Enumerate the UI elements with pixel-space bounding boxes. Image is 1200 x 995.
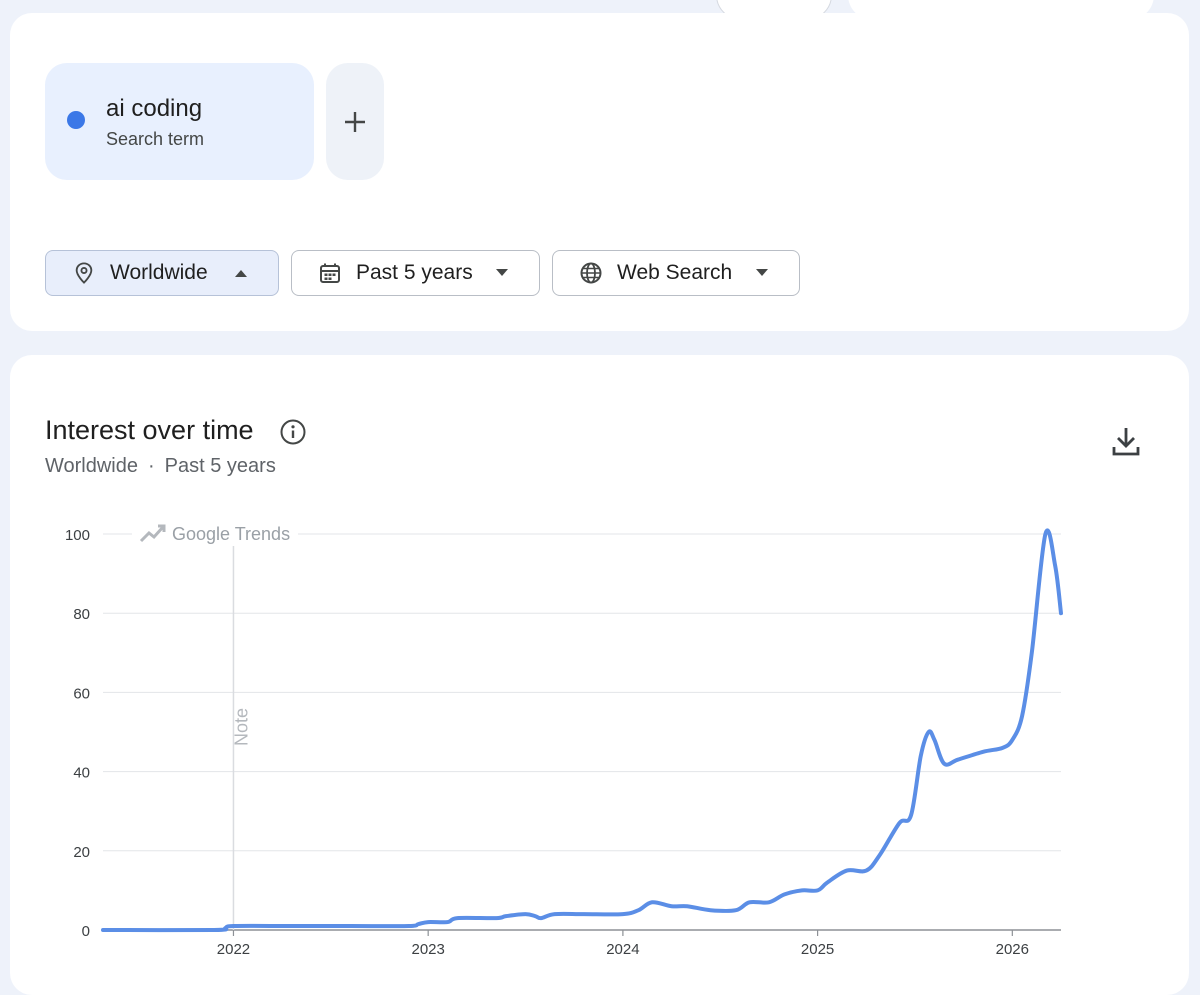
x-tick-label: 2025: [801, 941, 834, 958]
x-tick-label: 2026: [996, 941, 1029, 958]
google-trends-watermark: Google Trends: [172, 524, 290, 544]
x-tick-label: 2023: [411, 941, 444, 958]
interest-chart: Note Google Trends 0 20 40 60 80 100 2022 2023 2…: [65, 520, 1063, 958]
y-tick-label: 80: [73, 606, 90, 623]
y-tick-label: 0: [82, 923, 90, 940]
x-tick-label: 2022: [217, 941, 250, 958]
note-label: Note: [231, 708, 251, 746]
y-tick-label: 40: [73, 765, 90, 782]
y-tick-label: 20: [73, 844, 90, 861]
x-tick-label: 2024: [606, 941, 639, 958]
y-tick-label: 60: [73, 685, 90, 702]
y-tick-label: 100: [65, 527, 90, 544]
